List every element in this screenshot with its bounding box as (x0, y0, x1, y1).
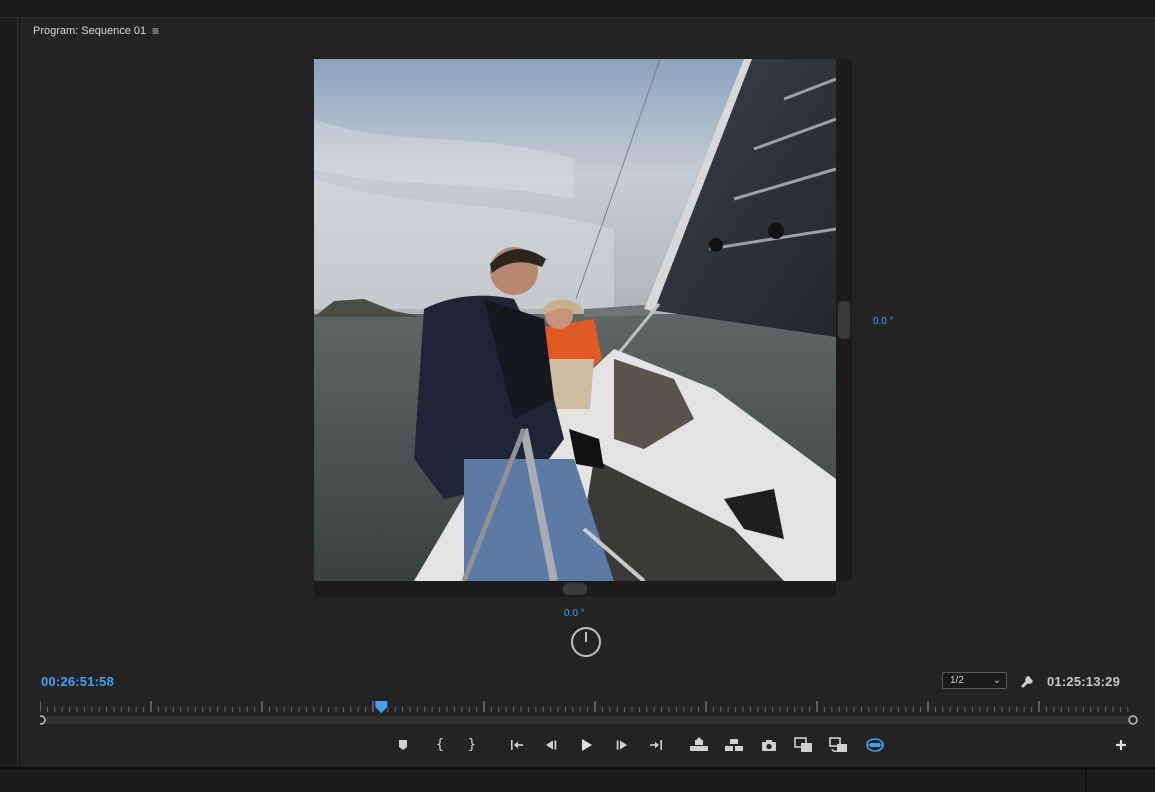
chevron-down-icon: ⌄ (992, 675, 1001, 686)
duration-timecode: 01:25:13:29 (1047, 674, 1121, 689)
ruler-track[interactable] (40, 716, 1134, 724)
vertical-angle-readout: 0.0 ° (873, 316, 894, 327)
go-to-out-icon (650, 740, 662, 750)
resolution-dropdown[interactable]: 1/2 ⌄ (942, 672, 1007, 689)
camera-icon (762, 740, 776, 751)
play-icon (582, 739, 592, 751)
vr-video-icon (866, 738, 884, 752)
step-back-icon (546, 740, 557, 750)
marker-icon (399, 740, 407, 750)
step-forward-icon (616, 740, 627, 750)
lift-button[interactable] (689, 735, 709, 755)
go-to-out-button[interactable] (646, 735, 666, 755)
horizontal-scrollbar[interactable] (314, 581, 836, 597)
vertical-scroll-thumb[interactable] (838, 301, 850, 339)
extract-button[interactable] (724, 735, 744, 755)
add-marker-button[interactable] (393, 735, 413, 755)
settings-wrench-icon[interactable] (1019, 672, 1037, 690)
mark-in-icon: { (435, 737, 445, 753)
toggle-proxies-button[interactable] (829, 735, 849, 755)
rotation-dial[interactable] (570, 626, 602, 658)
lift-icon (690, 737, 708, 751)
go-to-in-button[interactable] (507, 735, 527, 755)
button-editor-button[interactable] (1111, 735, 1131, 755)
resolution-value: 1/2 (950, 675, 964, 686)
horizontal-angle-readout: 0.0 ° (564, 608, 585, 619)
time-ruler[interactable] (40, 699, 1138, 727)
export-frame-button[interactable] (759, 735, 779, 755)
toggle-vr-video-display-button[interactable] (865, 735, 885, 755)
time-ruler-graphic (40, 701, 1138, 725)
bottom-panel-divider (1085, 769, 1087, 790)
toggle-proxies-icon (829, 737, 847, 752)
video-preview[interactable] (314, 59, 836, 581)
mark-in-button[interactable]: { (430, 735, 450, 755)
bottom-panel-strip (0, 767, 1155, 792)
video-frame-image (314, 59, 836, 581)
horizontal-scroll-thumb[interactable] (563, 583, 587, 595)
comparison-view-button[interactable] (794, 735, 814, 755)
playhead-marker[interactable] (375, 701, 388, 713)
comparison-view-icon (794, 737, 812, 752)
play-button[interactable] (576, 735, 596, 755)
step-forward-button[interactable] (612, 735, 632, 755)
panel-menu-icon[interactable]: ≡ (152, 24, 159, 38)
mark-out-icon: } (467, 737, 477, 753)
vertical-scrollbar[interactable] (836, 59, 852, 581)
left-panel-edge (0, 18, 18, 766)
zoom-handle-left[interactable] (40, 715, 46, 725)
panel-title[interactable]: Program: Sequence 01 (33, 25, 146, 37)
zoom-handle-right[interactable] (1128, 715, 1138, 725)
rotation-dial-icon (571, 627, 601, 657)
mark-out-button[interactable]: } (462, 735, 482, 755)
go-to-in-icon (511, 740, 523, 750)
step-back-button[interactable] (541, 735, 561, 755)
extract-icon (725, 739, 743, 751)
top-panel-strip (0, 0, 1155, 18)
plus-icon (1116, 740, 1126, 750)
current-timecode[interactable]: 00:26:51:58 (41, 674, 114, 689)
